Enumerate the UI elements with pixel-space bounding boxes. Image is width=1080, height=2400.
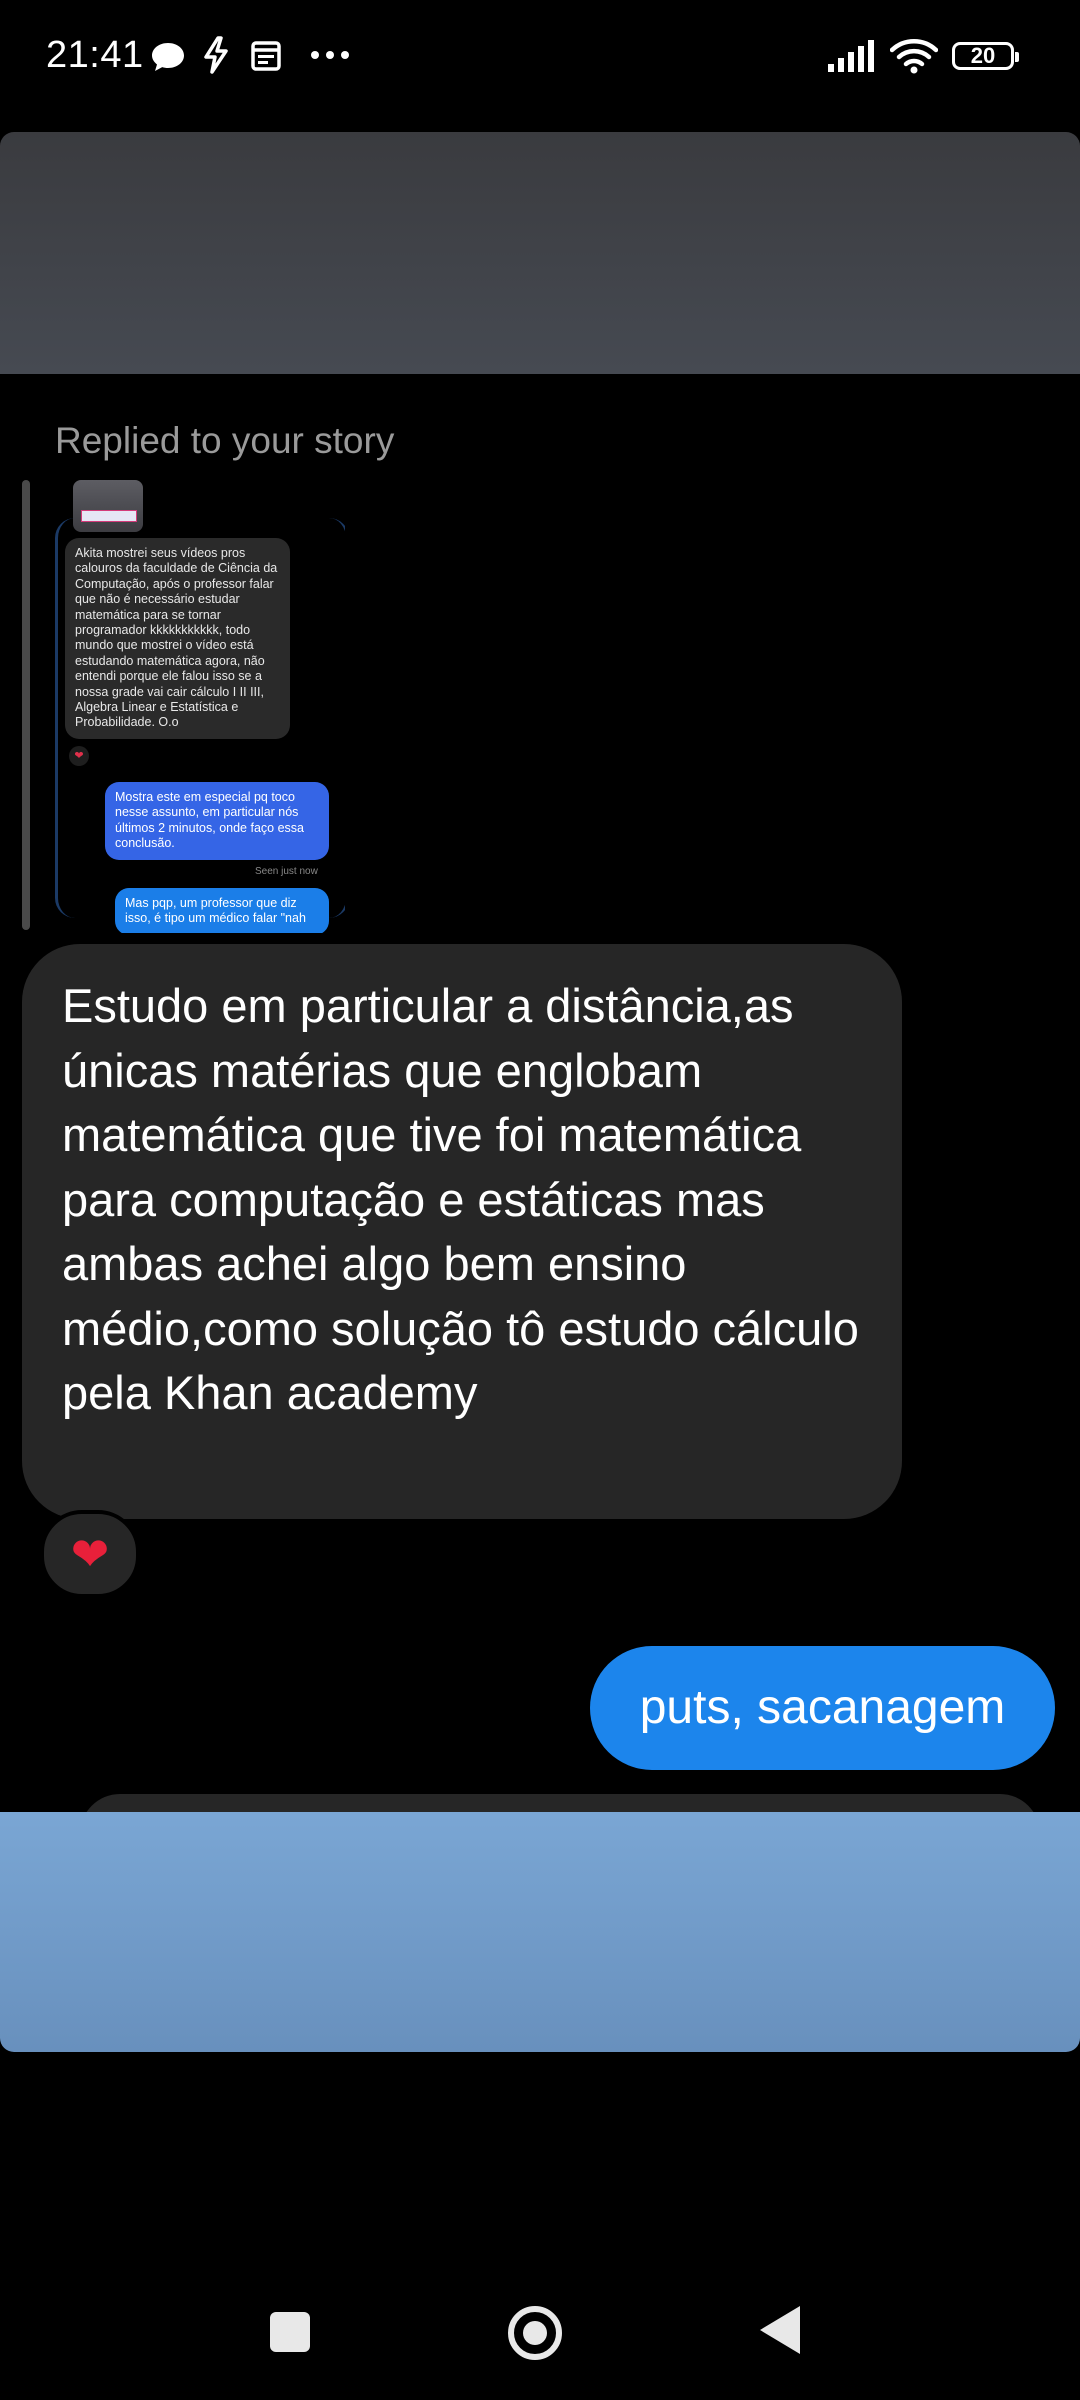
flash-icon [204, 36, 228, 74]
wifi-icon [890, 39, 938, 74]
bottom-blurred-panel [0, 1812, 1080, 2052]
status-bar: 21:41 20 [0, 0, 1080, 120]
story-preview[interactable]: Akita mostrei seus vídeos pros calouros … [55, 478, 345, 933]
home-button[interactable] [508, 2306, 562, 2360]
incoming-message-bubble[interactable]: Estudo em particular a distância,as únic… [22, 944, 902, 1519]
calendar-icon [251, 41, 281, 71]
top-blurred-panel [0, 132, 1080, 374]
status-time: 21:41 [46, 34, 144, 76]
signal-icon [828, 40, 874, 72]
story-outgoing-message-2: Mas pqp, um professor que diz isso, é ti… [115, 888, 329, 933]
back-button[interactable] [760, 2306, 800, 2354]
story-incoming-message: Akita mostrei seus vídeos pros calouros … [65, 538, 290, 739]
story-heart-icon: ❤ [69, 746, 89, 766]
reply-indicator-bar [22, 480, 30, 930]
story-outgoing-message-1: Mostra este em especial pq toco nesse as… [105, 782, 329, 860]
recents-button[interactable] [270, 2312, 310, 2352]
chat-notification-icon [152, 43, 184, 71]
heart-reaction-icon[interactable]: ❤ [40, 1510, 140, 1598]
story-reply-label: Replied to your story [55, 420, 395, 461]
battery-icon: 20 [952, 42, 1019, 70]
story-seen-status: Seen just now [255, 866, 318, 877]
story-thumbnail [73, 480, 143, 532]
outgoing-message-bubble[interactable]: puts, sacanagem [590, 1646, 1055, 1770]
more-notifications-icon [311, 51, 349, 59]
